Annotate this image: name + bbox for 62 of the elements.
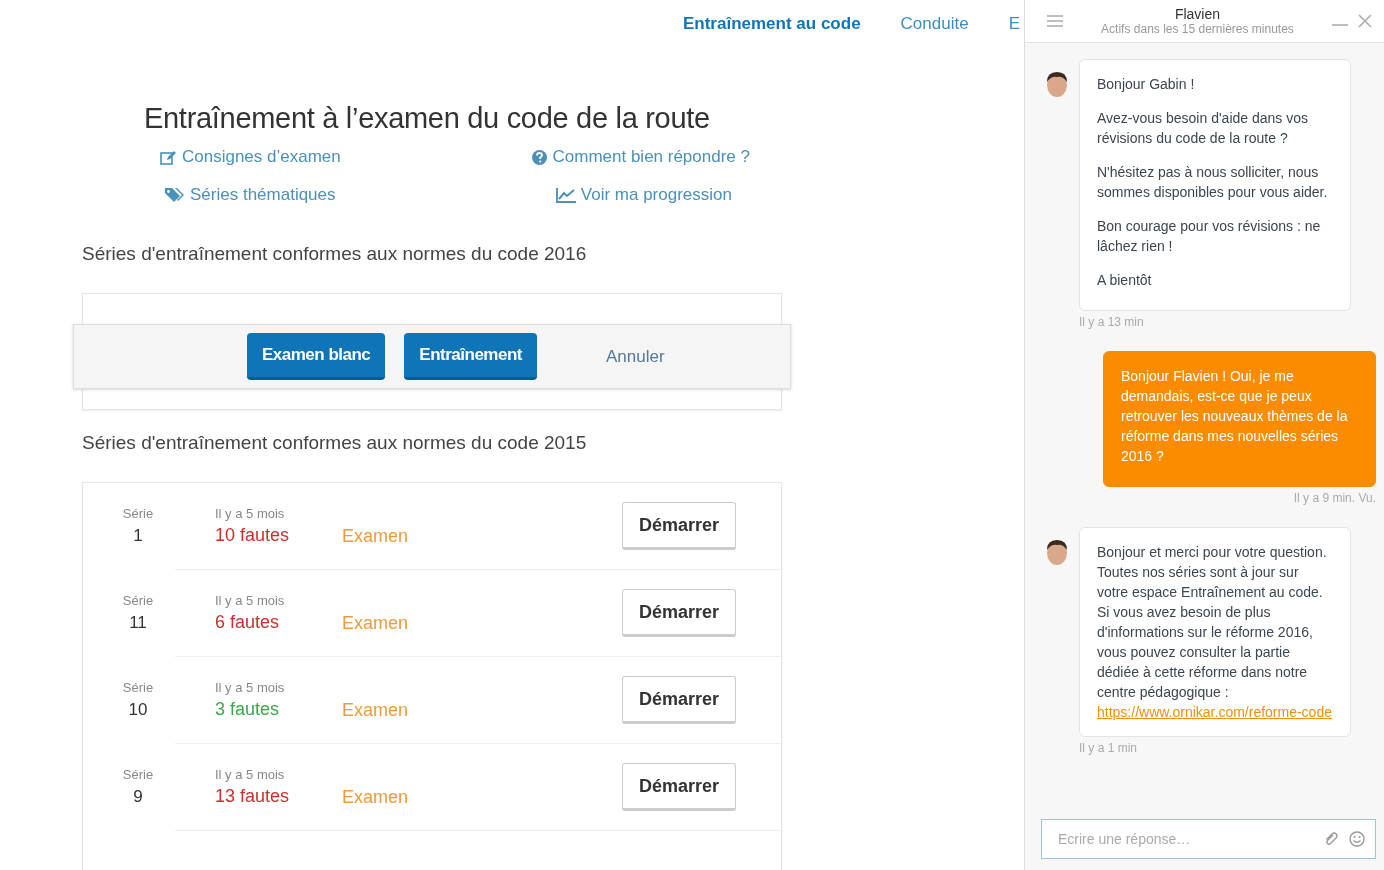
avatar: [1045, 539, 1069, 565]
serie-type: Examen: [342, 612, 409, 634]
message-time: Il y a 13 min: [1079, 315, 1145, 329]
message-text: Bonjour Flavien ! Oui, je me demandais, est-ce que je peux retrouver les nouveaux thèmes de la réforme dans mes nouvelles séries 2016 ?: [1121, 367, 1349, 466]
message-text: A bientôt: [1097, 271, 1153, 290]
message-link[interactable]: https://www.ornikar.com/reforme-code: [1097, 702, 1333, 722]
message-text: Bon courage pour vos révisions : ne lâchez rien !: [1097, 217, 1322, 256]
start-button[interactable]: Démarrer: [622, 676, 736, 724]
link[interactable]: Séries thématiques: [160, 185, 500, 205]
date-text: Il y a 5 mois: [215, 767, 286, 782]
faults-count: 13 fautes: [215, 786, 291, 807]
serie-type: Examen: [342, 525, 409, 547]
date-text: Il y a 5 mois: [215, 680, 286, 695]
serie-type: Examen: [342, 786, 409, 808]
message-text: Bonjour Gabin !: [1097, 75, 1196, 94]
nav-link[interactable]: Conduite: [900, 14, 969, 44]
avatar: [1045, 71, 1069, 97]
line-chart-icon: [555, 187, 576, 203]
serie-label: Série: [122, 767, 154, 782]
serie-number: 11: [129, 613, 147, 633]
link[interactable]: Voir ma progression: [500, 185, 750, 205]
section-heading: Séries d'entraînement conformes aux normes du code 2016: [82, 243, 588, 265]
mode-button[interactable]: Examen blanc: [247, 333, 386, 380]
serie-label: Série: [122, 593, 154, 608]
date-text: Il y a 5 mois: [215, 593, 286, 608]
mode-button[interactable]: Entraînement: [404, 333, 537, 380]
message-text: Avez-vous besoin d'aide dans vos révisions du code de la route ?: [1097, 109, 1309, 148]
contact-name: Flavien: [1174, 6, 1221, 22]
nav-link[interactable]: Entraînement au code: [683, 14, 861, 44]
paperclip-icon[interactable]: [1323, 831, 1339, 847]
serie-number: 1: [133, 526, 143, 546]
tags-icon: [165, 187, 185, 203]
serie-label: Série: [122, 506, 154, 521]
emoji-icon[interactable]: [1349, 831, 1365, 847]
message-time: Il y a 9 min. Vu.: [1293, 491, 1376, 505]
message-text: N'hésitez pas à nous solliciter, nous sommes disponibles pour vous aider.: [1097, 163, 1329, 202]
help-icon: [532, 149, 548, 165]
date-text: Il y a 5 mois: [215, 506, 286, 521]
serie-type: Examen: [342, 699, 409, 721]
faults-count: 3 fautes: [215, 699, 281, 720]
link[interactable]: Comment bien répondre ?: [500, 147, 750, 167]
faults-count: 6 fautes: [215, 612, 281, 633]
reply-input[interactable]: Ecrire une réponse…: [1056, 830, 1313, 848]
page-title: Entraînement à l’examen du code de la route: [144, 102, 711, 135]
start-button[interactable]: Démarrer: [622, 763, 736, 811]
menu-icon[interactable]: [1047, 15, 1063, 27]
serie-number: 9: [133, 787, 143, 807]
message-text: Bonjour et merci pour votre question. Toutes nos séries sont à jour sur votre espace Entraînement au code. Si vous avez besoin de plus d'informations sur le réforme 2016, vous pouvez consulter la partie dédiée à cette réforme dans notre centre pédagogique :: [1097, 543, 1328, 702]
reply-field[interactable]: Ecrire une réponse…: [1041, 819, 1376, 859]
edit-icon: [160, 149, 177, 165]
contact-status: Actifs dans les 15 dernières minutes: [1101, 22, 1294, 36]
start-button[interactable]: Démarrer: [622, 502, 736, 550]
serie-number: 10: [128, 700, 148, 720]
serie-label: Série: [122, 680, 154, 695]
cancel-link[interactable]: Annuler: [605, 346, 665, 367]
message-time: Il y a 1 min: [1079, 741, 1139, 755]
faults-count: 10 fautes: [215, 525, 291, 546]
close-icon[interactable]: [1358, 14, 1372, 28]
link[interactable]: Consignes d’examen: [160, 147, 500, 167]
section-heading: Séries d'entraînement conformes aux normes du code 2015: [82, 432, 588, 454]
nav-link[interactable]: E: [1008, 14, 1020, 44]
start-button[interactable]: Démarrer: [622, 589, 736, 637]
